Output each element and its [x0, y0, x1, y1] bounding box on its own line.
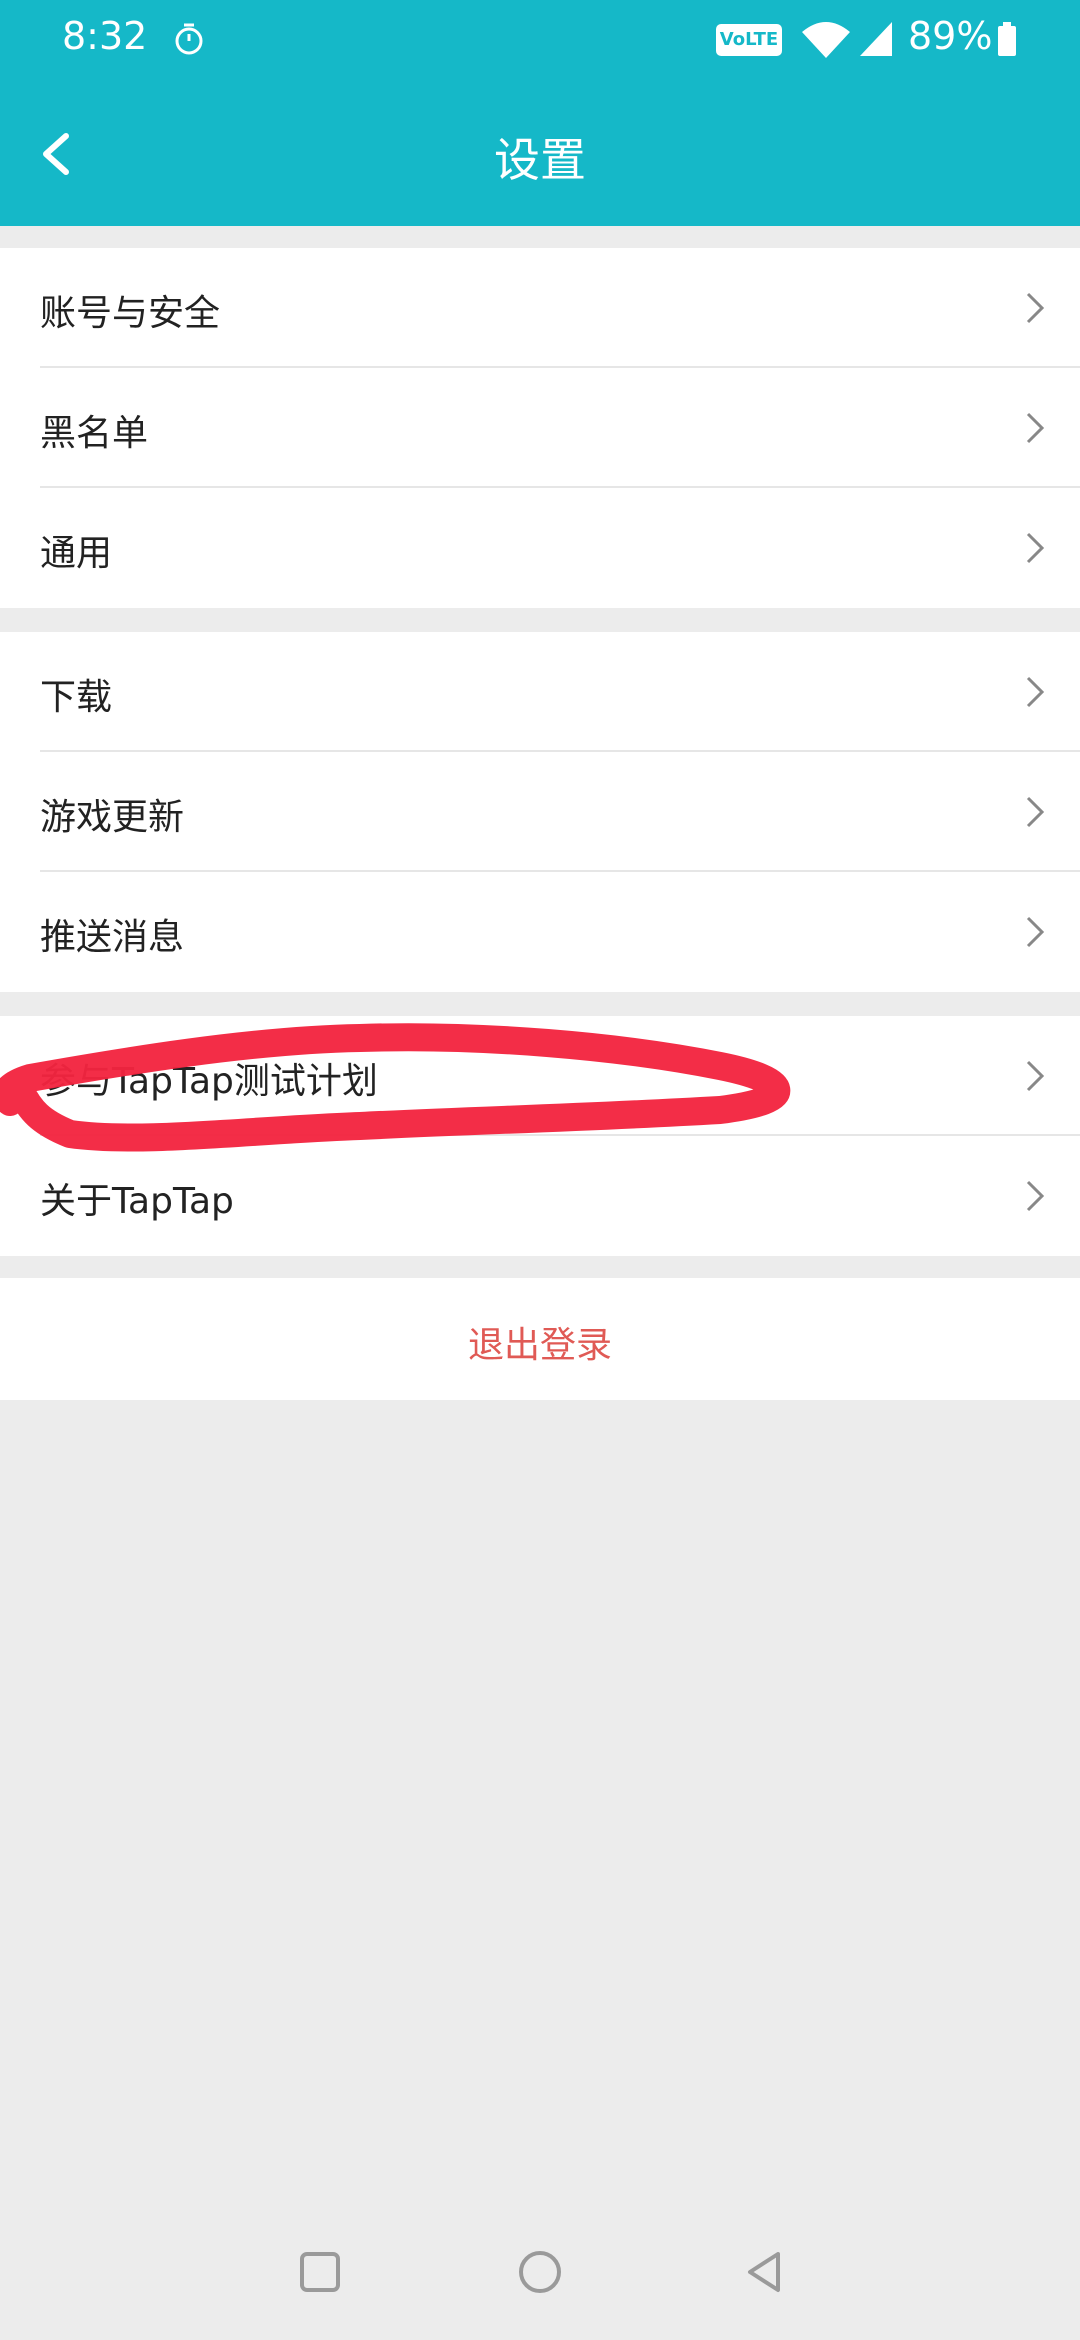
home-icon[interactable]	[516, 2248, 564, 2296]
settings-item-general[interactable]: 通用	[0, 488, 1080, 608]
settings-item-download[interactable]: 下载	[0, 632, 1080, 752]
chevron-right-icon	[1026, 292, 1045, 324]
system-nav-bar	[0, 2200, 1080, 2340]
signal-icon	[860, 22, 892, 56]
settings-item-about[interactable]: 关于TapTap	[0, 1136, 1080, 1256]
chevron-right-icon	[1026, 676, 1045, 708]
settings-item-label: 游戏更新	[40, 797, 185, 838]
settings-group-downloads: 下载 游戏更新 推送消息	[0, 632, 1080, 992]
chevron-right-icon	[1026, 532, 1045, 564]
timer-icon	[175, 23, 203, 55]
settings-group-account: 账号与安全 黑名单 通用	[0, 248, 1080, 608]
settings-item-label: 账号与安全	[40, 293, 221, 334]
app-bar: 设置	[0, 80, 1080, 226]
chevron-right-icon	[1026, 796, 1045, 828]
battery-percent: 89%	[908, 14, 993, 58]
wifi-icon	[802, 22, 850, 58]
back-nav-icon[interactable]	[740, 2248, 788, 2296]
status-bar: 8:32 VoLTE 89%	[0, 0, 1080, 80]
settings-item-label: 通用	[40, 533, 113, 574]
settings-group-taptap: 参与TapTap测试计划 关于TapTap	[0, 1016, 1080, 1256]
logout-label: 退出登录	[467, 1325, 612, 1366]
settings-item-label: 推送消息	[40, 917, 185, 958]
settings-item-beta-program[interactable]: 参与TapTap测试计划	[0, 1016, 1080, 1136]
volte-badge: VoLTE	[716, 24, 782, 56]
recents-icon[interactable]	[296, 2248, 344, 2296]
status-time: 8:32	[62, 14, 148, 58]
chevron-right-icon	[1026, 1180, 1045, 1212]
battery-icon	[998, 22, 1016, 56]
settings-item-push-messages[interactable]: 推送消息	[0, 872, 1080, 992]
settings-item-account-security[interactable]: 账号与安全	[0, 248, 1080, 368]
chevron-right-icon	[1026, 1060, 1045, 1092]
settings-item-blacklist[interactable]: 黑名单	[0, 368, 1080, 488]
settings-item-label: 参与TapTap测试计划	[40, 1061, 378, 1102]
settings-item-label: 关于TapTap	[40, 1181, 234, 1222]
logout-button[interactable]: 退出登录	[0, 1278, 1080, 1400]
chevron-right-icon	[1026, 412, 1045, 444]
chevron-right-icon	[1026, 916, 1045, 948]
settings-item-game-updates[interactable]: 游戏更新	[0, 752, 1080, 872]
page-title: 设置	[494, 133, 586, 187]
settings-item-label: 黑名单	[40, 413, 149, 454]
settings-item-label: 下载	[40, 677, 113, 718]
